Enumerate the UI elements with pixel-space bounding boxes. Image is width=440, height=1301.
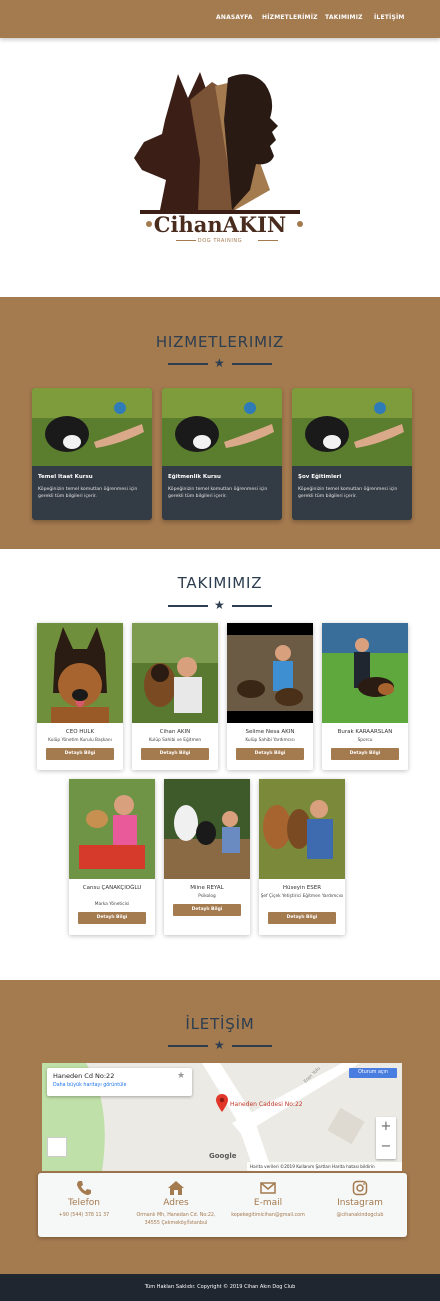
service-desc: Köpeğinizin temel komutları öğrenmesi iç… bbox=[38, 487, 138, 499]
member-photo bbox=[132, 623, 218, 723]
logo-subtitle: DOG TRAINING bbox=[197, 238, 243, 244]
member-name: Cansu ÇANAKÇIOĞLU bbox=[82, 885, 142, 891]
service-title: Şov Eğitimleri bbox=[298, 474, 342, 480]
contact-title: İLETİŞİM bbox=[185, 1015, 255, 1033]
member-photo bbox=[259, 779, 345, 879]
google-logo: Google bbox=[209, 1152, 237, 1160]
envelope-icon bbox=[260, 1182, 276, 1194]
contact-instagram[interactable]: Instagram @cihanakindogclub bbox=[314, 1173, 406, 1237]
phone-icon bbox=[77, 1181, 91, 1195]
member-photo bbox=[227, 623, 313, 723]
star-icon: ★ bbox=[214, 1038, 225, 1052]
services-title: HIZMETLERIMIZ bbox=[155, 333, 285, 351]
team-divider: ★ bbox=[168, 598, 272, 612]
contact-label: E-mail bbox=[253, 1198, 283, 1208]
team-card: Miine REYAL Psikolog Detaylı Bilgi bbox=[164, 779, 250, 935]
member-role: Sporcu bbox=[357, 738, 373, 743]
nav-takimimiz[interactable]: TAKIMIMIZ bbox=[325, 14, 363, 21]
service-desc: Köpeğinizin temel komutları öğrenmesi iç… bbox=[168, 487, 268, 499]
map-pin-label: Haneden Caddesi No:22 bbox=[230, 1101, 303, 1108]
map-pin-icon[interactable] bbox=[216, 1094, 228, 1112]
member-role: Şef Çiçek Yetiştirici Eğitmen Yardımcısı bbox=[260, 894, 344, 899]
zoom-in-button[interactable]: + bbox=[376, 1119, 396, 1134]
nav-anasayfa[interactable]: ANASAYFA bbox=[216, 14, 253, 21]
team-card: Hüseyin ESER Şef Çiçek Yetiştirici Eğitm… bbox=[259, 779, 345, 935]
contact-email[interactable]: E-mail kopekegitimicihan@gmail.com bbox=[222, 1173, 314, 1237]
details-button[interactable]: Detaylı Bilgi bbox=[236, 748, 304, 760]
member-photo bbox=[322, 623, 408, 723]
star-icon: ★ bbox=[214, 598, 225, 612]
star-icon[interactable]: ★ bbox=[177, 1071, 185, 1081]
logo-dot-left bbox=[146, 221, 152, 227]
team-card: Cansu ÇANAKÇIOĞLU Marka Yöneticisi Detay… bbox=[69, 779, 155, 935]
service-card[interactable]: Eğitmenlik Kursu Köpeğinizin temel komut… bbox=[162, 388, 282, 520]
contact-label: Instagram bbox=[337, 1198, 383, 1208]
top-navbar: ANASAYFA HİZMETLERİMİZ TAKIMIMIZ İLETİŞİ… bbox=[0, 0, 440, 38]
member-role: Kulüp Sahibi Yardımcısı bbox=[245, 738, 295, 743]
contact-address[interactable]: Adres Ormanlı Mh, Hanedan Cd. No:22, 345… bbox=[130, 1173, 222, 1237]
contact-phone[interactable]: Telefon +90 (544) 378 11 37 bbox=[38, 1173, 130, 1237]
street-view-thumb[interactable] bbox=[47, 1137, 67, 1157]
contact-label: Adres bbox=[163, 1198, 189, 1208]
map-place-name: Haneden Cd No:22 bbox=[53, 1072, 115, 1080]
service-image bbox=[162, 388, 282, 466]
contact-value: kopekegitimicihan@gmail.com bbox=[231, 1213, 305, 1218]
team-card: Cihan AKIN Kulüp Sahibi ve Eğitmen Detay… bbox=[132, 623, 218, 770]
service-desc: Köpeğinizin temel komutları öğrenmesi iç… bbox=[298, 487, 398, 499]
service-title: Temel Itaat Kursu bbox=[38, 474, 93, 480]
service-image bbox=[292, 388, 412, 466]
details-button[interactable]: Detaylı Bilgi bbox=[141, 748, 209, 760]
team-card: Selime Nesa AKIN Kulüp Sahibi Yardımcısı… bbox=[227, 623, 313, 770]
footer-copyright: Tüm Hakları Saklıdır. Copyright © 2019 C… bbox=[0, 1274, 440, 1301]
home-icon bbox=[168, 1181, 184, 1195]
contact-label: Telefon bbox=[68, 1198, 100, 1208]
logo-title: CihanAKIN bbox=[153, 212, 287, 237]
team-title: TAKIMIMIZ bbox=[177, 574, 263, 592]
team-card: CEO HULK Kulüp Yönetim Kurulu Başkanı De… bbox=[37, 623, 123, 770]
contact-divider: ★ bbox=[168, 1038, 272, 1052]
team-card: Burak KARAARSLAN Sporcu Detaylı Bilgi bbox=[322, 623, 408, 770]
member-photo bbox=[164, 779, 250, 879]
contact-value: Ormanlı Mh, Hanedan Cd. No:22, 34555 Çek… bbox=[136, 1213, 216, 1226]
details-button[interactable]: Detaylı Bilgi bbox=[331, 748, 399, 760]
member-role: Psikolog bbox=[198, 894, 216, 899]
member-role: Kulüp Sahibi ve Eğitmen bbox=[148, 738, 202, 743]
service-card[interactable]: Temel Itaat Kursu Köpeğinizin temel komu… bbox=[32, 388, 152, 520]
map-place-card: Haneden Cd No:22 Daha büyük haritayı gör… bbox=[47, 1068, 192, 1096]
member-role: Marka Yöneticisi bbox=[94, 902, 130, 907]
member-photo bbox=[37, 623, 123, 723]
details-button[interactable]: Detaylı Bilgi bbox=[173, 904, 241, 916]
star-icon: ★ bbox=[214, 356, 225, 370]
member-name: CEO HULK bbox=[65, 729, 95, 735]
sign-in-button[interactable]: Oturum açın bbox=[349, 1068, 397, 1078]
nav-hizmetlerimiz[interactable]: HİZMETLERİMİZ bbox=[262, 14, 318, 21]
member-name: Cihan AKIN bbox=[159, 729, 191, 735]
google-map[interactable]: Haneden Cd No:22 Daha büyük haritayı gör… bbox=[42, 1063, 402, 1171]
contact-info-box: Telefon +90 (544) 378 11 37 Adres Ormanl… bbox=[38, 1173, 407, 1237]
nav-iletisim[interactable]: İLETİŞİM bbox=[374, 14, 405, 21]
member-role: Kulüp Yönetim Kurulu Başkanı bbox=[48, 738, 112, 743]
member-name: Selime Nesa AKIN bbox=[245, 729, 295, 735]
details-button[interactable]: Detaylı Bilgi bbox=[46, 748, 114, 760]
member-name: Burak KARAARSLAN bbox=[337, 729, 393, 735]
service-image bbox=[32, 388, 152, 466]
map-larger-link[interactable]: Daha büyük haritayı görüntüle bbox=[53, 1083, 126, 1088]
contact-value: @cihanakindogclub bbox=[336, 1213, 384, 1218]
member-name: Miine REYAL bbox=[190, 885, 224, 891]
service-card[interactable]: Şov Eğitimleri Köpeğinizin temel komutla… bbox=[292, 388, 412, 520]
member-name: Hüseyin ESER bbox=[282, 885, 322, 891]
zoom-out-button[interactable]: − bbox=[376, 1139, 396, 1154]
member-photo bbox=[69, 779, 155, 879]
service-title: Eğitmenlik Kursu bbox=[168, 474, 221, 480]
details-button[interactable]: Detaylı Bilgi bbox=[268, 912, 336, 924]
services-divider: ★ bbox=[168, 356, 272, 370]
logo-dot-right bbox=[297, 221, 303, 227]
contact-value: +90 (544) 378 11 37 bbox=[58, 1213, 110, 1218]
details-button[interactable]: Detaylı Bilgi bbox=[78, 912, 146, 924]
zoom-controls: + − bbox=[376, 1117, 396, 1159]
instagram-icon bbox=[352, 1180, 368, 1196]
map-attribution: Harita verileri ©2019 Kullanım Şartları … bbox=[247, 1162, 402, 1171]
